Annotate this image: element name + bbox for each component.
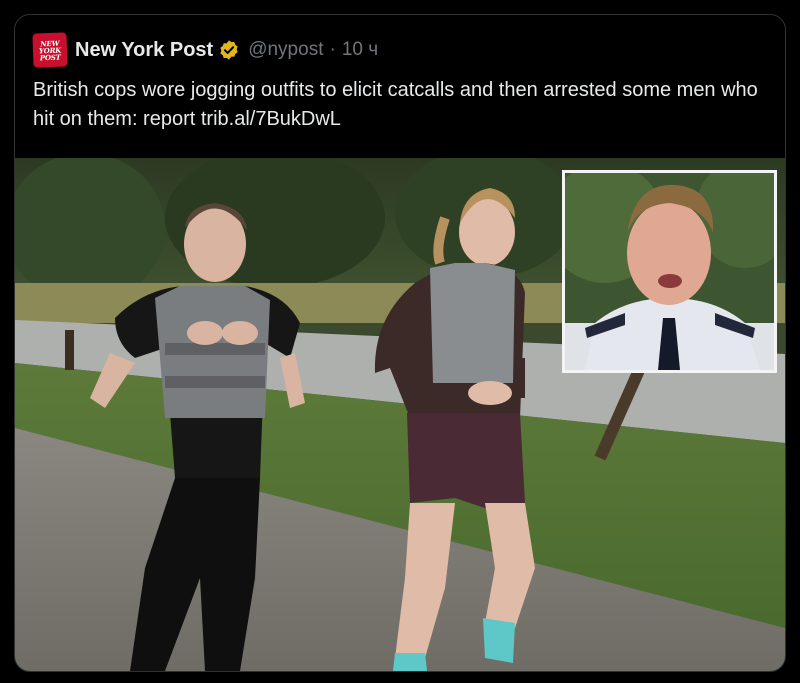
tweet-header: NEW YORK POST New York Post @nypost · 10… — [32, 32, 378, 68]
avatar-text-line3: POST — [39, 52, 61, 62]
separator-dot: · — [329, 39, 336, 60]
officer-photo — [565, 173, 774, 370]
inset-officer-photo — [562, 170, 777, 373]
timestamp[interactable]: 10 ч — [342, 39, 378, 61]
author-name[interactable]: New York Post — [75, 39, 213, 62]
author-handle[interactable]: @nypost — [248, 39, 323, 61]
tweet-card[interactable]: NEW YORK POST New York Post @nypost · 10… — [14, 14, 786, 672]
tweet-media-photo[interactable] — [15, 158, 785, 671]
avatar[interactable]: NEW YORK POST — [32, 32, 68, 68]
gold-verified-badge-icon[interactable] — [218, 39, 240, 61]
tweet-text: British cops wore jogging outfits to eli… — [33, 79, 758, 130]
